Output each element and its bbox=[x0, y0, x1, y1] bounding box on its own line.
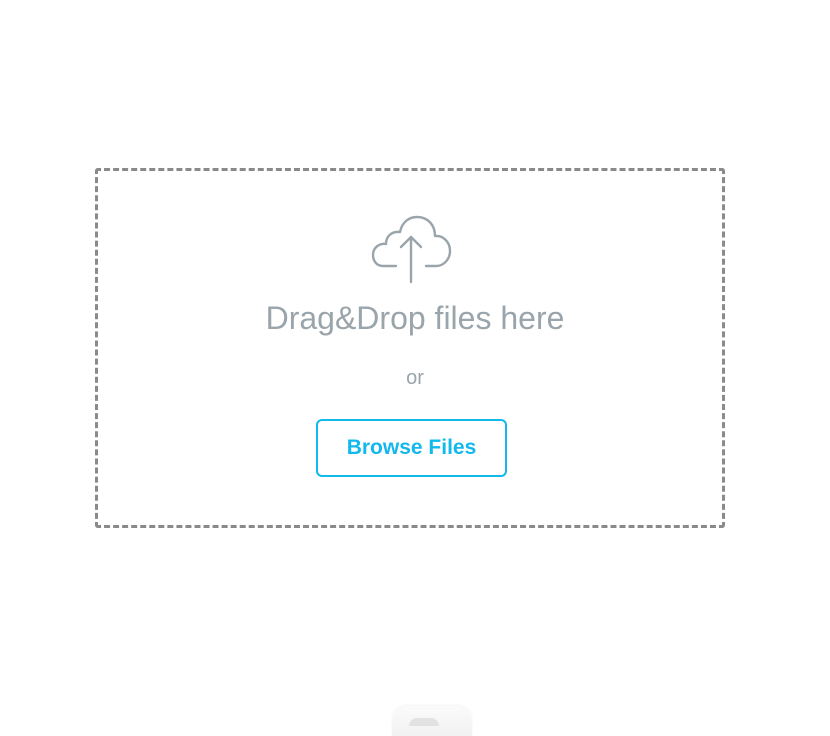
cloud-upload-icon bbox=[371, 215, 452, 284]
browse-files-button[interactable]: Browse Files bbox=[316, 419, 507, 477]
drop-instructions: Drag&Drop files here bbox=[265, 300, 565, 336]
or-separator: or bbox=[406, 367, 424, 389]
bottom-edge-element bbox=[392, 706, 472, 736]
